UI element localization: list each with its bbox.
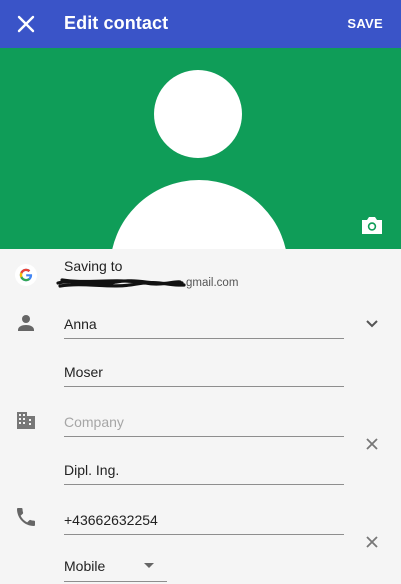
avatar-head (154, 70, 242, 158)
last-name-field[interactable]: Moser (64, 358, 344, 406)
phone-number-field[interactable]: +43662632254 (64, 506, 344, 554)
camera-icon[interactable] (360, 214, 384, 236)
close-icon[interactable] (12, 10, 40, 38)
phone-number-value: +43662632254 (64, 512, 158, 528)
contact-photo[interactable] (0, 48, 401, 249)
page-title: Edit contact (64, 13, 169, 33)
phone-icon (14, 505, 38, 529)
account-label: Saving to (64, 258, 123, 274)
first-name-underline (64, 338, 344, 339)
account-email: gmail.com (186, 277, 239, 289)
company-underline (64, 436, 344, 437)
title-field[interactable]: Dipl. Ing. (64, 456, 344, 504)
remove-phone-close-icon[interactable] (360, 530, 384, 554)
avatar-body (110, 180, 288, 249)
title-underline (64, 484, 344, 485)
last-name-value: Moser (64, 364, 103, 380)
redaction-scribble (56, 278, 186, 288)
expand-name-chevron-down-icon[interactable] (360, 311, 384, 335)
phone-type-value: Mobile (64, 558, 106, 574)
google-g-icon (14, 263, 38, 287)
phone-type-underline (64, 581, 167, 582)
remove-organization-close-icon[interactable] (360, 432, 384, 456)
dropdown-arrow-icon (144, 563, 154, 568)
company-placeholder: Company (64, 414, 124, 430)
phone-type-select[interactable]: Mobile (64, 556, 167, 582)
first-name-field[interactable]: Anna (64, 310, 344, 358)
first-name-value: Anna (64, 316, 97, 332)
phone-number-underline (64, 534, 344, 535)
save-button[interactable]: SAVE (347, 16, 383, 31)
last-name-underline (64, 386, 344, 387)
building-icon (14, 408, 38, 432)
person-icon (14, 311, 38, 335)
app-bar: Edit contact SAVE (0, 0, 401, 48)
title-value: Dipl. Ing. (64, 462, 120, 478)
company-field[interactable]: Company (64, 408, 344, 456)
